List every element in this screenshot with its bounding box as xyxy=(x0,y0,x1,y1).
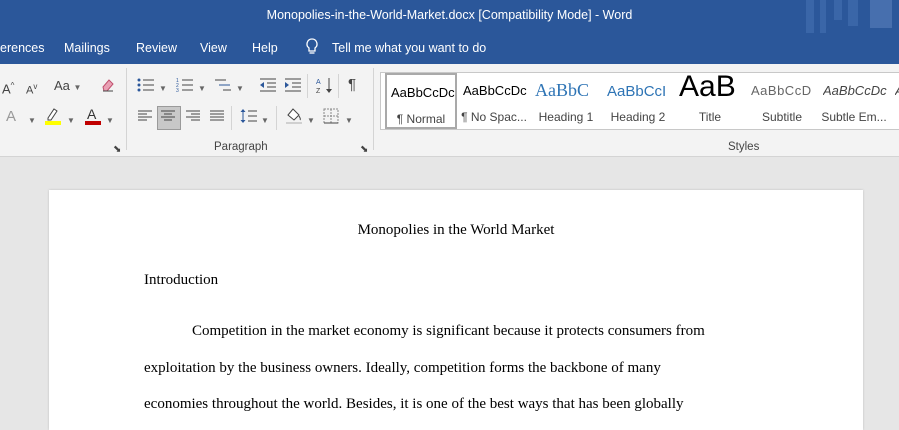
grow-font-button[interactable]: A^ xyxy=(2,78,14,97)
text-effects-icon[interactable]: A xyxy=(6,109,16,125)
change-case-button[interactable]: Aa ▼ xyxy=(54,78,81,96)
style-subtitle[interactable]: AaBbCcD Subtitle xyxy=(747,73,817,129)
group-separator xyxy=(276,106,277,130)
show-formatting-icon[interactable]: ¶ xyxy=(348,77,356,93)
group-separator xyxy=(338,74,339,98)
document-heading: Introduction xyxy=(144,272,219,288)
shading-dropdown-icon[interactable]: ▼ xyxy=(307,113,315,129)
paragraph-line: economies throughout the world. Besides,… xyxy=(144,396,684,412)
styles-group-label: Styles xyxy=(728,141,760,153)
bullets-icon[interactable] xyxy=(137,77,155,97)
increase-indent-icon[interactable] xyxy=(284,77,302,97)
paragraph-line: exploitation by the business owners. Ide… xyxy=(144,360,661,376)
svg-text:3: 3 xyxy=(176,88,179,93)
paragraph-dialog-launcher-icon[interactable]: ⬊ xyxy=(360,142,368,158)
document-page[interactable]: Monopolies in the World Market Introduct… xyxy=(49,190,863,430)
paragraph-line: Competition in the market economy is sig… xyxy=(192,323,705,339)
numbering-icon[interactable]: 123 xyxy=(176,77,194,97)
style-no-spacing[interactable]: AaBbCcDc ¶ No Spac... xyxy=(459,73,529,129)
tab-help[interactable]: Help xyxy=(252,41,278,55)
group-separator xyxy=(307,74,308,98)
highlight-dropdown-icon[interactable]: ▼ xyxy=(67,113,75,129)
shrink-font-button[interactable]: Av xyxy=(26,79,37,99)
numbering-dropdown-icon[interactable]: ▼ xyxy=(198,81,206,97)
line-spacing-dropdown-icon[interactable]: ▼ xyxy=(261,113,269,129)
borders-icon[interactable] xyxy=(323,108,339,128)
align-right-icon[interactable] xyxy=(185,109,201,127)
group-separator xyxy=(373,68,374,150)
ribbon: A^ Av Aa ▼ A ▼ ▼ A ▼ ⬊ ▼ 123 ▼ ▼ AZ ¶ ▼ … xyxy=(0,64,899,157)
group-separator xyxy=(126,68,127,150)
multilevel-list-icon[interactable] xyxy=(214,77,232,97)
align-center-icon[interactable] xyxy=(160,109,176,127)
title-bar: Monopolies-in-the-World-Market.docx [Com… xyxy=(0,0,899,33)
paragraph-group-label: Paragraph xyxy=(214,141,268,153)
window-title: Monopolies-in-the-World-Market.docx [Com… xyxy=(266,8,633,22)
decrease-indent-icon[interactable] xyxy=(259,77,277,97)
font-color-dropdown-icon[interactable]: ▼ xyxy=(106,113,114,129)
ribbon-tabs: erences Mailings Review View Help Tell m… xyxy=(0,33,899,64)
tab-review[interactable]: Review xyxy=(136,41,177,55)
multilevel-dropdown-icon[interactable]: ▼ xyxy=(236,81,244,97)
lightbulb-icon[interactable] xyxy=(305,38,319,59)
highlight-color-icon[interactable] xyxy=(44,106,62,130)
tab-mailings[interactable]: Mailings xyxy=(64,41,110,55)
justify-icon[interactable] xyxy=(209,109,225,127)
group-separator xyxy=(231,106,232,130)
line-spacing-icon[interactable] xyxy=(240,108,258,128)
svg-text:A: A xyxy=(316,79,321,86)
svg-text:Z: Z xyxy=(316,88,321,94)
bullets-dropdown-icon[interactable]: ▼ xyxy=(159,81,167,97)
style-normal[interactable]: AaBbCcDc ¶ Normal xyxy=(385,73,457,129)
clear-formatting-icon[interactable] xyxy=(100,77,116,97)
text-effects-dropdown-icon[interactable]: ▼ xyxy=(28,113,36,129)
tell-me-input[interactable]: Tell me what you want to do xyxy=(332,41,486,55)
borders-dropdown-icon[interactable]: ▼ xyxy=(345,113,353,129)
svg-text:A: A xyxy=(87,106,97,122)
sort-icon[interactable]: AZ xyxy=(316,76,334,98)
align-left-icon[interactable] xyxy=(137,109,153,127)
font-dialog-launcher-icon[interactable]: ⬊ xyxy=(113,142,121,158)
tab-view[interactable]: View xyxy=(200,41,227,55)
styles-gallery: AaBbCcDc ¶ Normal AaBbCcDc ¶ No Spac... … xyxy=(380,72,899,130)
tab-references[interactable]: erences xyxy=(0,41,44,55)
style-subtle-emphasis[interactable]: AaBbCcDc Subtle Em... xyxy=(819,73,889,129)
style-title[interactable]: AaB Title xyxy=(675,73,745,129)
font-color-icon[interactable]: A xyxy=(84,106,102,130)
shading-icon[interactable] xyxy=(285,107,303,129)
style-emphasis[interactable]: A xyxy=(891,73,899,129)
document-title: Monopolies in the World Market xyxy=(357,222,555,238)
style-heading-1[interactable]: AaBbC Heading 1 xyxy=(531,73,601,129)
style-heading-2[interactable]: AaBbCcI Heading 2 xyxy=(603,73,673,129)
